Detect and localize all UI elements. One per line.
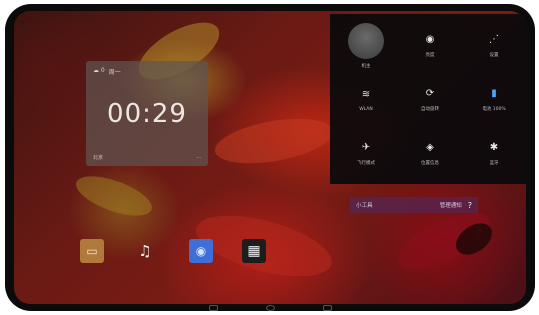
qs-tile-owner[interactable]: 机主 <box>336 22 396 70</box>
clock-widget-footer: 北京 ... <box>93 154 201 161</box>
wallpaper-petal <box>71 168 157 224</box>
qs-label: 亮度 <box>425 53 435 58</box>
wifi-icon: ≋ <box>361 88 371 100</box>
qs-tile-brightness[interactable]: ◉ 亮度 <box>400 22 460 70</box>
location-icon: ◈ <box>426 142 434 153</box>
music-glyph: ♫ <box>138 242 152 260</box>
wallpaper-petal <box>211 110 337 172</box>
qs-label: 位置信息 <box>421 161 439 166</box>
weather-text: ☁ 0 <box>93 67 105 74</box>
qs-label: 自动旋转 <box>421 107 439 112</box>
settings-icon: ⋰ <box>489 34 499 45</box>
apps-app-icon[interactable]: ▦ <box>242 239 266 263</box>
clock-time: 00:29 <box>107 99 187 129</box>
home-screen: ☁ 0 周一 00:29 北京 ... ▭ ♫ ◉ ▦ 小工具 管理通知 ? 机… <box>14 11 526 304</box>
rotate-icon: ⟳ <box>425 88 435 99</box>
browser-glyph: ◉ <box>195 244 207 258</box>
quick-settings-panel: 机主 ◉ 亮度 ⋰ 设置 ≋ WLAN ⟳ 自动旋转 ▮ 电池 100% ✈ 飞… <box>330 14 526 184</box>
qs-label: 蓝牙 <box>489 161 499 166</box>
more-text: ... <box>196 154 201 160</box>
qs-tile-bluetooth[interactable]: ✱ 蓝牙 <box>464 130 524 178</box>
gallery-glyph: ▭ <box>86 244 98 258</box>
qs-tile-rotate[interactable]: ⟳ 自动旋转 <box>400 76 460 124</box>
gallery-app-icon[interactable]: ▭ <box>80 239 104 263</box>
notification-bar[interactable]: 小工具 管理通知 ? <box>350 197 478 213</box>
qs-tile-settings[interactable]: ⋰ 设置 <box>464 22 524 70</box>
day-text: 周一 <box>108 69 121 76</box>
qs-label: WLAN <box>359 106 373 112</box>
qs-label: 设置 <box>489 53 499 58</box>
qs-label: 飞行模式 <box>357 161 375 166</box>
avatar <box>348 23 384 59</box>
clock-widget-header: ☁ 0 周一 <box>93 67 121 76</box>
help-icon[interactable]: ? <box>468 201 472 210</box>
navigation-bar <box>5 304 535 311</box>
bluetooth-icon: ✱ <box>489 142 499 153</box>
qs-label: 电池 100% <box>482 107 506 112</box>
battery-icon: ▮ <box>491 88 497 99</box>
manage-notifications[interactable]: 管理通知 <box>440 201 462 209</box>
back-button[interactable] <box>208 304 218 311</box>
notification-left: 小工具 <box>356 203 373 209</box>
brightness-icon: ◉ <box>425 34 435 45</box>
qs-tile-battery[interactable]: ▮ 电池 100% <box>464 76 524 124</box>
browser-app-icon[interactable]: ◉ <box>189 239 213 263</box>
city-text: 北京 <box>93 155 104 161</box>
recents-button[interactable] <box>322 304 332 311</box>
qs-label: 机主 <box>361 64 371 69</box>
airplane-icon: ✈ <box>361 142 371 153</box>
qs-tile-airplane[interactable]: ✈ 飞行模式 <box>336 130 396 178</box>
music-app-icon[interactable]: ♫ <box>133 239 157 263</box>
home-button[interactable] <box>265 304 275 311</box>
qs-tile-wifi[interactable]: ≋ WLAN <box>336 76 396 124</box>
tablet-device: ☁ 0 周一 00:29 北京 ... ▭ ♫ ◉ ▦ 小工具 管理通知 ? 机… <box>5 4 535 311</box>
apps-glyph: ▦ <box>247 243 261 259</box>
qs-tile-location[interactable]: ◈ 位置信息 <box>400 130 460 178</box>
clock-widget[interactable]: ☁ 0 周一 00:29 北京 ... <box>86 61 208 166</box>
